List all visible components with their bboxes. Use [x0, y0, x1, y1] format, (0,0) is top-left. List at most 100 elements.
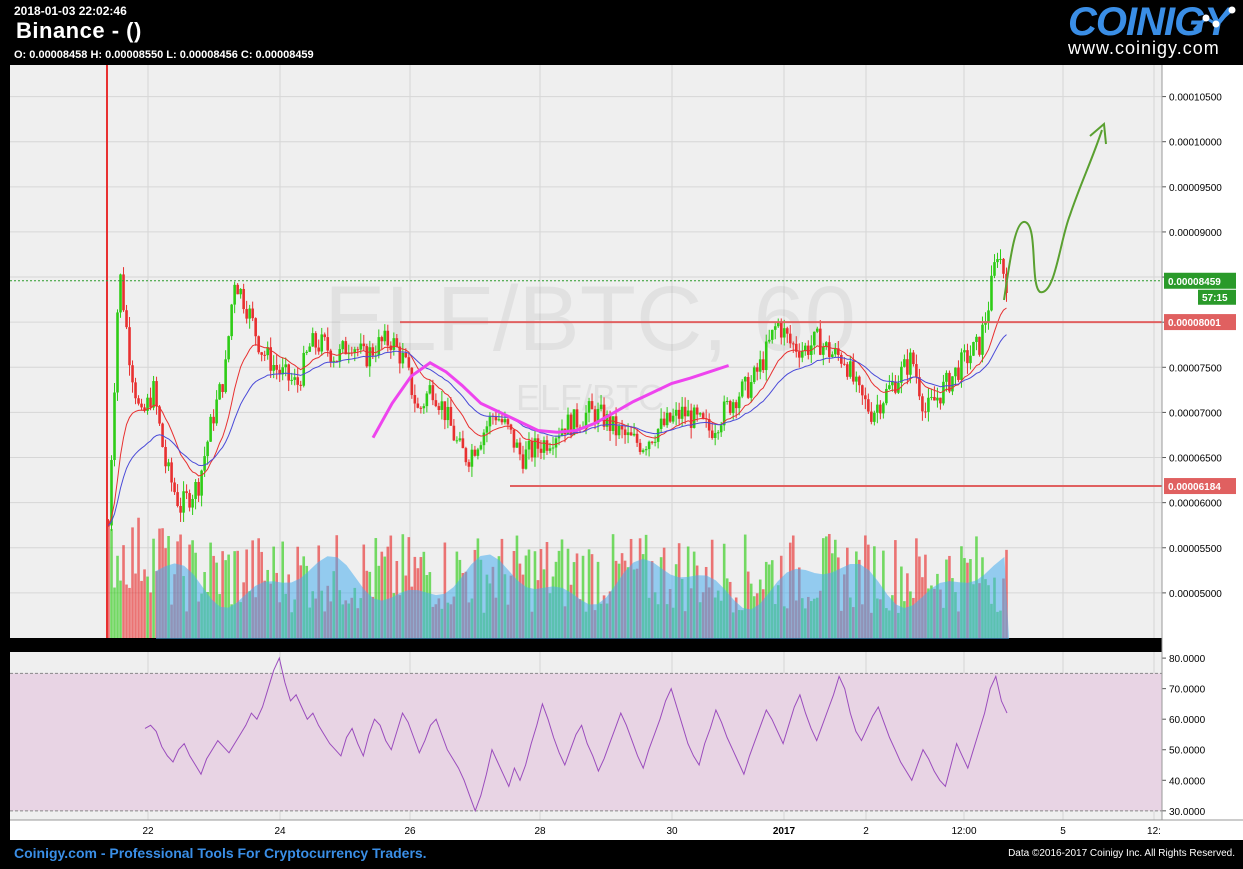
candle-body	[788, 333, 792, 344]
candle-body	[921, 396, 924, 412]
candle-body	[467, 462, 471, 467]
price-tick-label: 0.00010000	[1169, 138, 1222, 149]
candle-body	[876, 404, 879, 413]
time-tick-label: 22	[142, 826, 154, 837]
candle-body	[524, 449, 528, 469]
candle-body	[873, 412, 876, 422]
candle-body	[617, 426, 621, 436]
candle-body	[251, 308, 254, 319]
candle-body	[536, 438, 540, 449]
candle-body	[587, 401, 591, 413]
time-axis-panel	[10, 820, 1243, 840]
candle-body	[365, 346, 369, 367]
candle-body	[638, 442, 642, 452]
candle-body	[623, 429, 627, 436]
candle-body	[512, 429, 516, 448]
rsi-tick-label: 40.0000	[1169, 776, 1206, 787]
candle-body	[164, 446, 167, 467]
candle-body	[275, 365, 278, 370]
candle-body	[767, 339, 771, 342]
candle-body	[933, 396, 936, 401]
price-tick-label: 0.00006500	[1169, 454, 1222, 465]
candle-body	[945, 372, 948, 382]
time-tick-label: 28	[534, 826, 546, 837]
candle-body	[545, 440, 549, 451]
candle-body	[230, 304, 233, 337]
candle-body	[113, 392, 116, 460]
candle-body	[632, 433, 636, 436]
candle-body	[764, 341, 768, 371]
candle-body	[263, 354, 266, 356]
candle-body	[590, 401, 594, 410]
candle-body	[401, 352, 405, 364]
candle-body	[542, 440, 546, 453]
candle-body	[906, 359, 909, 375]
candle-body	[761, 359, 765, 371]
candle-body	[341, 341, 345, 350]
candle-body	[404, 352, 408, 358]
candle-body	[671, 415, 675, 422]
candle-body	[647, 441, 651, 450]
candle-body	[221, 384, 224, 392]
candle-body	[428, 385, 432, 394]
candle-body	[954, 367, 957, 377]
candle-body	[383, 330, 387, 342]
candle-body	[815, 328, 819, 332]
price-tick-label: 0.00005500	[1169, 544, 1222, 555]
candle-body	[317, 347, 321, 352]
price-chart[interactable]: 0.00010500 0.00010000 0.00009500 0.00009000…	[0, 0, 1243, 869]
candle-body	[323, 334, 327, 338]
candle-body	[915, 364, 918, 377]
footer-tagline[interactable]: Coinigy.com - Professional Tools For Cry…	[14, 845, 427, 861]
price-tick-label: 0.00009000	[1169, 228, 1222, 239]
candle-body	[515, 442, 519, 448]
candle-body	[194, 481, 197, 499]
price-tick-label: 0.00007500	[1169, 363, 1222, 374]
candle-body	[257, 336, 260, 353]
candle-body	[203, 456, 206, 471]
candle-body	[662, 418, 666, 426]
candle-body	[320, 334, 324, 352]
candle-body	[455, 440, 459, 442]
candle-body	[855, 376, 858, 382]
volume-bar	[146, 576, 149, 638]
price-tick-label: 0.00010500	[1169, 93, 1222, 104]
candle-body	[698, 413, 702, 415]
candle-body	[188, 493, 191, 508]
candle-body	[782, 328, 786, 338]
candle-body	[122, 274, 125, 311]
candle-body	[167, 462, 170, 467]
candle-body	[380, 337, 384, 342]
price-tick-label: 0.00006000	[1169, 499, 1222, 510]
candle-body	[755, 367, 759, 372]
candle-body	[488, 415, 492, 427]
candle-body	[951, 376, 954, 392]
candle-body	[864, 395, 867, 400]
candle-body	[656, 428, 660, 442]
footer-copyright: Data ©2016-2017 Coinigy Inc. All Rights …	[1008, 848, 1235, 859]
candle-body	[254, 318, 257, 337]
candle-body	[296, 377, 300, 385]
volume-bar	[140, 580, 143, 638]
candle-body	[329, 350, 333, 362]
candle-body	[185, 491, 188, 494]
candle-body	[903, 359, 906, 367]
candle-body	[548, 448, 552, 451]
candle-body	[464, 448, 468, 463]
candle-body	[728, 400, 732, 414]
time-tick-label: 12:00	[951, 826, 976, 837]
candle-body	[963, 350, 966, 353]
candle-body	[416, 403, 420, 408]
candle-body	[909, 352, 912, 375]
candle-body	[461, 438, 465, 449]
candle-body	[170, 462, 173, 483]
candle-body	[503, 419, 507, 423]
candle-body	[500, 419, 504, 423]
candle-body	[852, 361, 855, 382]
candle-body	[386, 330, 390, 346]
candle-body	[719, 425, 723, 433]
time-tick-label: 2017	[773, 826, 796, 837]
candle-body	[821, 346, 825, 355]
volume-bar	[143, 569, 146, 638]
candle-body	[653, 441, 657, 443]
